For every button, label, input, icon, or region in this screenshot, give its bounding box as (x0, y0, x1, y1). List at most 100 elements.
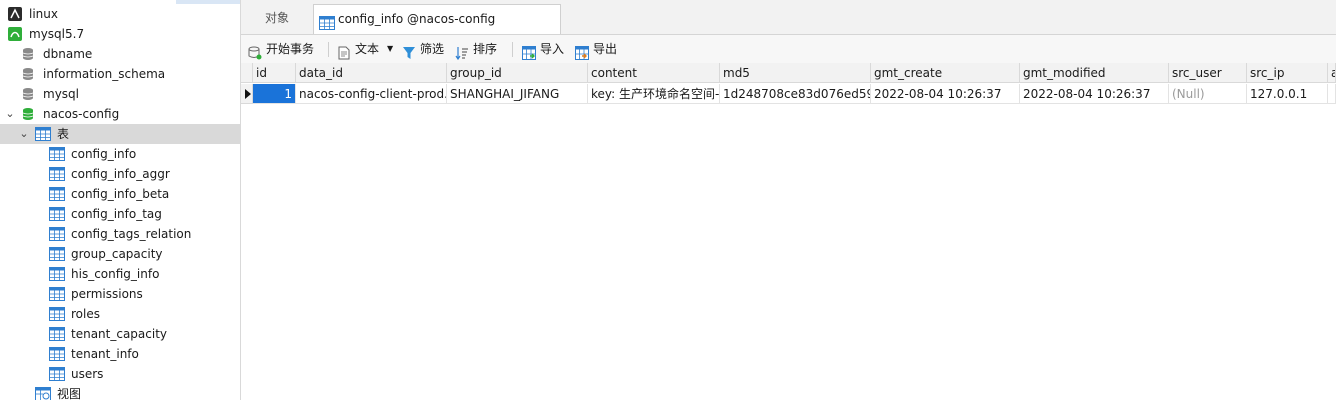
tree-item-table[interactable]: config_info (0, 144, 240, 164)
current-row-indicator[interactable] (241, 84, 253, 104)
mysql-connection-icon (8, 27, 22, 41)
table-cell-a[interactable] (1328, 84, 1336, 104)
tree-item-label: mysql5.7 (29, 27, 85, 41)
tree-item-table[interactable]: permissions (0, 284, 240, 304)
button-label: 筛选 (420, 42, 445, 56)
column-header-label: content (591, 66, 637, 80)
tree-item-label: tenant_info (71, 347, 139, 361)
cell-value: 1 (284, 87, 292, 101)
tree-item-table[interactable]: tenant_info (0, 344, 240, 364)
cell-value: nacos-config-client-prod.yaml (299, 87, 447, 101)
tree-item-label: config_tags_relation (71, 227, 192, 241)
tab-label: 对象 (264, 11, 289, 25)
tree-item-label: config_info (71, 147, 137, 161)
tree-item-table[interactable]: config_info_tag (0, 204, 240, 224)
table-cell-md5[interactable]: 1d248708ce83d076ed59b (720, 84, 871, 104)
chevron-down-icon[interactable]: ▼ (387, 35, 393, 63)
import-button[interactable]: 导入 (522, 35, 570, 63)
tree-item-table[interactable]: config_info_aggr (0, 164, 240, 184)
column-header-data-id[interactable]: data_id (296, 63, 447, 83)
tree-item-label: permissions (71, 287, 143, 301)
table-icon (319, 12, 335, 30)
column-header-id[interactable]: id (253, 63, 296, 83)
table-cell-id[interactable]: 1 (253, 84, 296, 104)
chevron-down-icon[interactable]: ⌄ (18, 124, 30, 144)
table-cell-content[interactable]: key: 生产环境命名空间-上海机房 (588, 84, 720, 104)
database-active-icon (21, 107, 35, 121)
database-icon (21, 67, 35, 81)
button-label: 开始事务 (266, 42, 315, 56)
transaction-icon (248, 42, 262, 60)
toolbar-separator (328, 42, 329, 57)
tree-item-linux[interactable]: linux (0, 4, 240, 24)
table-cell-src-user[interactable]: (Null) (1169, 84, 1247, 104)
text-document-icon (337, 42, 351, 60)
tree-item-label: dbname (43, 47, 93, 61)
text-mode-button[interactable]: 文本 ▼ (337, 35, 399, 63)
tree-item-information-schema[interactable]: information_schema (0, 64, 240, 84)
table-icon (49, 327, 65, 341)
column-header-a[interactable]: a (1328, 63, 1336, 83)
tree-item-label: 表 (57, 127, 70, 141)
cell-value: key: 生产环境命名空间-上海机房 (591, 87, 720, 101)
export-icon (575, 42, 589, 60)
button-label: 导入 (540, 42, 565, 56)
export-button[interactable]: 导出 (575, 35, 623, 63)
column-header-label: data_id (299, 66, 343, 80)
tree-item-label: users (71, 367, 104, 381)
tree-item-label: nacos-config (43, 107, 120, 121)
tab-config-info[interactable]: config_info @nacos-config (mysql5.7... (313, 4, 561, 54)
tree-item-nacos-config[interactable]: ⌄ nacos-config (0, 104, 240, 124)
tree-item-table[interactable]: config_info_beta (0, 184, 240, 204)
table-icon (49, 167, 65, 181)
tree-item-label: 视图 (57, 387, 82, 400)
chevron-down-icon[interactable]: ⌄ (4, 104, 16, 124)
column-header-content[interactable]: content (588, 63, 720, 83)
linux-connection-icon (8, 7, 22, 21)
table-cell-group-id[interactable]: SHANGHAI_JIFANG (447, 84, 588, 104)
table-icon (49, 367, 65, 381)
cell-value: (Null) (1172, 87, 1205, 101)
cell-value: SHANGHAI_JIFANG (450, 87, 560, 101)
tree-item-table[interactable]: group_capacity (0, 244, 240, 264)
tree-item-tables-folder[interactable]: ⌄ 表 (0, 124, 240, 144)
tab-objects[interactable]: 对象 (241, 4, 313, 34)
column-header-label: src_user (1172, 66, 1222, 80)
table-cell-gmt-modified[interactable]: 2022-08-04 10:26:37 (1020, 84, 1169, 104)
sort-button[interactable]: 排序 (455, 35, 503, 63)
tree-item-table[interactable]: his_config_info (0, 264, 240, 284)
table-icon (49, 347, 65, 361)
column-header-src-ip[interactable]: src_ip (1247, 63, 1328, 83)
column-header-label: gmt_modified (1023, 66, 1106, 80)
tree-item-views-folder[interactable]: 视图 (0, 384, 240, 400)
column-header-label: src_ip (1250, 66, 1285, 80)
database-icon (21, 87, 35, 101)
tab-bar: 对象 config_info @nacos-config (mysql5.7..… (241, 0, 1336, 54)
tree-item-label: linux (29, 7, 58, 21)
column-header-label: group_id (450, 66, 502, 80)
tree-item-table[interactable]: config_tags_relation (0, 224, 240, 244)
tree-item-dbname[interactable]: dbname (0, 44, 240, 64)
tree-item-table[interactable]: tenant_capacity (0, 324, 240, 344)
tree-item-table[interactable]: users (0, 364, 240, 384)
column-header-gmt-create[interactable]: gmt_create (871, 63, 1020, 83)
sort-icon (455, 42, 469, 61)
views-folder-icon (35, 387, 51, 400)
tree-item-mysql[interactable]: mysql (0, 84, 240, 104)
table-cell-gmt-create[interactable]: 2022-08-04 10:26:37 (871, 84, 1020, 104)
table-icon (49, 207, 65, 221)
button-label: 排序 (473, 42, 498, 56)
tree-item-label: his_config_info (71, 267, 160, 281)
begin-transaction-button[interactable]: 开始事务 (248, 35, 324, 63)
import-icon (522, 42, 536, 60)
cell-value: 2022-08-04 10:26:37 (1023, 87, 1151, 101)
table-cell-src-ip[interactable]: 127.0.0.1 (1247, 84, 1328, 104)
table-cell-data-id[interactable]: nacos-config-client-prod.yaml (296, 84, 447, 104)
column-header-group-id[interactable]: group_id (447, 63, 588, 83)
tree-item-mysql5-7[interactable]: mysql5.7 (0, 24, 240, 44)
filter-button[interactable]: 筛选 (402, 35, 450, 63)
tree-item-table[interactable]: roles (0, 304, 240, 324)
column-header-md5[interactable]: md5 (720, 63, 871, 83)
column-header-gmt-modified[interactable]: gmt_modified (1020, 63, 1169, 83)
column-header-src-user[interactable]: src_user (1169, 63, 1247, 83)
